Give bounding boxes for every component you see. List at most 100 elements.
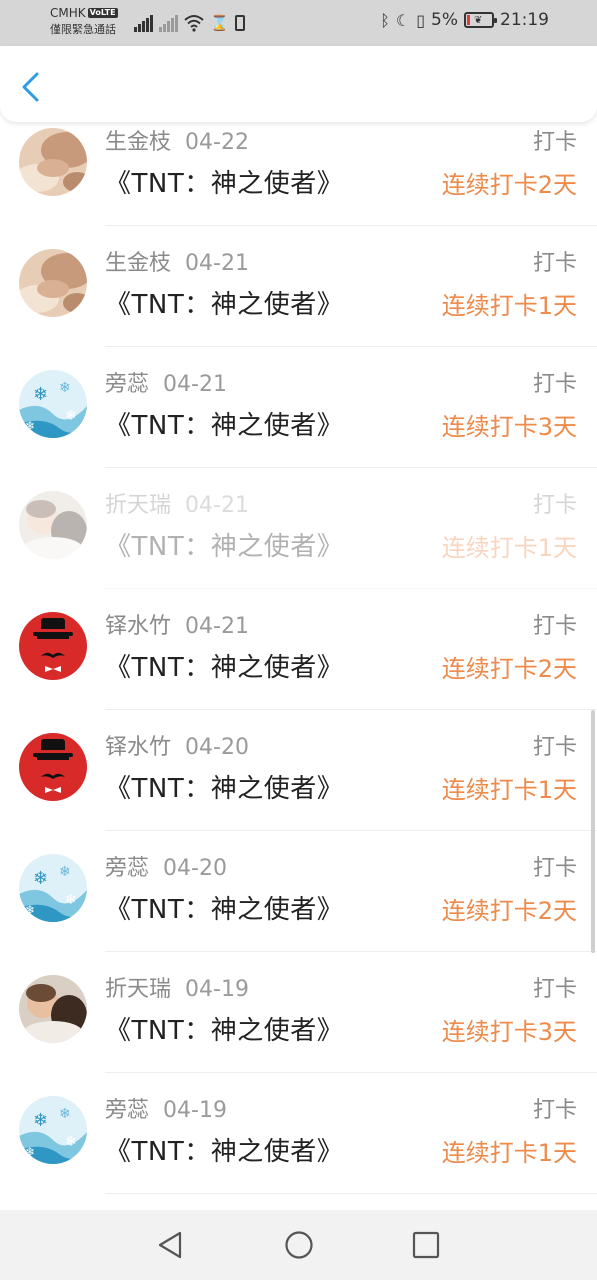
divider (105, 830, 597, 831)
divider (105, 346, 597, 347)
user-name: 生金枝 (105, 130, 172, 155)
user-name: 旁蕊 (105, 856, 150, 881)
checkin-tag: 打卡 (532, 856, 577, 881)
divider (105, 709, 597, 710)
svg-text:❄: ❄ (25, 419, 35, 433)
entry-date: 04-22 (185, 130, 249, 155)
book-title: 《TNT：神之使者》 (105, 290, 344, 320)
entry-date: 04-19 (185, 977, 249, 1002)
vibrate-icon: ▯ (416, 10, 426, 30)
entry-date: 04-20 (185, 735, 249, 760)
hourglass-icon: ⌛ (210, 14, 229, 32)
book-title: 《TNT：神之使者》 (105, 411, 344, 441)
divider (105, 1193, 597, 1194)
emergency-text: 僅限緊急通話 (50, 23, 116, 36)
checkin-tag: 打卡 (532, 614, 577, 639)
checkin-entry[interactable]: 铎水竹 04-21 《TNT：神之使者》 打卡 连续打卡2天 (0, 604, 597, 725)
streak-count: 连续打卡2天 (441, 171, 577, 199)
checkin-entry[interactable]: 折天瑞 04-19 《TNT：神之使者》 打卡连续打卡3天 (0, 967, 597, 1088)
user-name: 铎水竹 (105, 735, 172, 760)
book-title: 《TNT：神之使者》 (105, 653, 344, 683)
avatar[interactable] (19, 491, 87, 559)
user-name: 铎水竹 (105, 614, 172, 639)
book-title: 《TNT：神之使者》 (105, 532, 344, 562)
square-recents-icon[interactable] (411, 1230, 441, 1260)
svg-text:❄: ❄ (25, 903, 35, 917)
chevron-left-icon[interactable] (18, 72, 44, 102)
status-bar: CMHK VoLTE 僅限緊急通話 ⌛ ᛒ ☾ ▯ 5% ❦ 21:19 (0, 0, 597, 46)
avatar[interactable]: ❄ ❄ ❄ ❄ (19, 370, 87, 438)
book-title: 《TNT：神之使者》 (105, 1137, 344, 1167)
checkin-tag: 打卡 (532, 1098, 577, 1123)
divider (105, 951, 597, 952)
checkin-tag: 打卡 (532, 735, 577, 760)
carrier-name: CMHK (50, 6, 86, 20)
entry-meta: 生金枝 04-21 (105, 249, 249, 279)
avatar[interactable] (19, 612, 87, 680)
checkin-entry[interactable]: ❄ ❄ ❄ ❄ 旁蕊 04-20 《TNT：神之使者》 打卡连续打卡2天 (0, 846, 597, 967)
entry-meta: 折天瑞 04-21 (105, 491, 249, 521)
divider (105, 588, 597, 589)
entry-meta: 铎水竹 04-20 (105, 733, 249, 763)
carrier-info: CMHK VoLTE 僅限緊急通話 (50, 6, 118, 37)
streak-count: 连续打卡3天 (441, 1018, 577, 1046)
entry-meta: 生金枝 04-22 (105, 128, 249, 158)
book-title: 《TNT：神之使者》 (105, 774, 344, 804)
entry-meta: 铎水竹 04-21 (105, 612, 249, 642)
svg-text:❄: ❄ (33, 868, 48, 889)
avatar[interactable] (19, 975, 87, 1043)
avatar[interactable]: ❄ ❄ ❄ ❄ (19, 1096, 87, 1164)
checkin-entry[interactable]: 铎水竹 04-20 《TNT：神之使者》 打卡连续打卡1天 (0, 725, 597, 846)
divider (105, 1072, 597, 1073)
network-icons: ⌛ (134, 12, 245, 32)
svg-text:❄: ❄ (59, 1106, 71, 1122)
svg-text:❄: ❄ (65, 408, 77, 424)
streak-count: 连续打卡1天 (441, 534, 577, 562)
svg-text:❄: ❄ (59, 864, 71, 880)
entry-date: 04-21 (185, 493, 249, 518)
system-nav-bar (0, 1210, 597, 1280)
checkin-entry[interactable]: 生金枝 04-22 《TNT：神之使者》 打卡连续打卡2天 (0, 120, 597, 241)
svg-text:❄: ❄ (25, 1145, 35, 1159)
avatar[interactable] (19, 128, 87, 196)
entry-date: 04-21 (163, 372, 227, 397)
checkin-entry[interactable]: 生金枝 04-21 《TNT：神之使者》 打卡 连续打卡1天 (0, 241, 597, 362)
divider (105, 467, 597, 468)
signal-no-service-icon (159, 14, 178, 32)
checkin-entry[interactable]: 折天瑞 04-21 《TNT：神之使者》 打卡连续打卡1天 (0, 483, 597, 604)
divider (105, 225, 597, 226)
avatar[interactable]: ❄ ❄ ❄ ❄ (19, 854, 87, 922)
streak-count: 连续打卡1天 (441, 1139, 577, 1167)
scrollbar[interactable] (591, 710, 595, 953)
checkin-tag: 打卡 (532, 130, 577, 155)
book-title: 《TNT：神之使者》 (105, 1016, 344, 1046)
bluetooth-icon: ᛒ (380, 10, 390, 30)
app-header (0, 46, 597, 122)
streak-count: 连续打卡1天 (441, 776, 577, 804)
entry-meta: 旁蕊 04-20 (105, 854, 227, 884)
streak-count: 连续打卡2天 (441, 897, 577, 925)
svg-text:❄: ❄ (33, 1110, 48, 1131)
entry-date: 04-21 (185, 614, 249, 639)
book-title: 《TNT：神之使者》 (105, 895, 344, 925)
book-title: 《TNT：神之使者》 (105, 169, 344, 199)
checkin-entry[interactable]: ❄ ❄ ❄ ❄ 旁蕊 04-19 《TNT：神之使者》 打卡 连续打卡1天 (0, 1088, 597, 1209)
circle-home-icon[interactable] (284, 1230, 314, 1260)
checkin-tag: 打卡 (532, 977, 577, 1002)
avatar[interactable] (19, 733, 87, 801)
entry-date: 04-20 (163, 856, 227, 881)
svg-text:❄: ❄ (65, 1134, 77, 1150)
entry-meta: 旁蕊 04-21 (105, 370, 227, 400)
avatar[interactable] (19, 249, 87, 317)
entry-meta: 折天瑞 04-19 (105, 975, 249, 1005)
triangle-back-icon[interactable] (156, 1230, 186, 1260)
signal-icon (134, 14, 153, 32)
checkin-tag: 打卡 (532, 493, 577, 518)
svg-text:❄: ❄ (59, 380, 71, 396)
volte-badge: VoLTE (87, 8, 118, 18)
checkin-entry[interactable]: ❄ ❄ ❄ ❄ 旁蕊 04-21 《TNT：神之使者》 打卡 连续打卡3天 (0, 362, 597, 483)
user-name: 旁蕊 (105, 1098, 150, 1123)
svg-text:❄: ❄ (65, 892, 77, 908)
user-name: 折天瑞 (105, 493, 172, 518)
streak-count: 连续打卡1天 (441, 292, 577, 320)
